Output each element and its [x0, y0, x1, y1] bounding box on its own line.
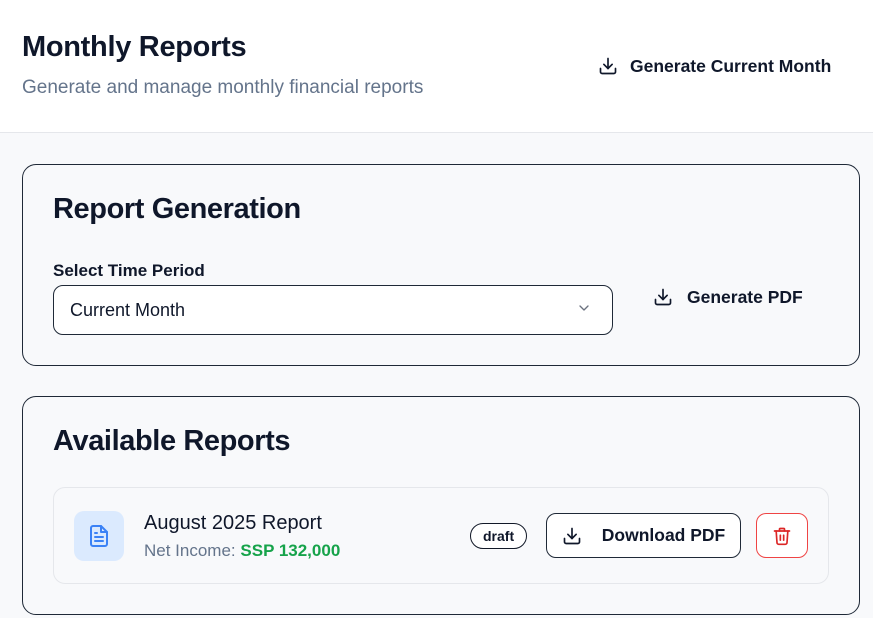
download-pdf-button[interactable]: Download PDF [546, 513, 741, 558]
generate-current-month-label: Generate Current Month [630, 55, 832, 76]
delete-report-button[interactable] [756, 513, 808, 558]
page-header: Monthly Reports Generate and manage mont… [0, 0, 873, 133]
page-title: Monthly Reports [22, 31, 247, 63]
download-icon [562, 526, 582, 546]
download-pdf-label: Download PDF [601, 525, 726, 545]
time-period-selected-value: Current Month [70, 299, 186, 320]
available-reports-title: Available Reports [53, 425, 291, 457]
net-income-value: SSP 132,000 [240, 541, 341, 560]
time-period-label: Select Time Period [53, 261, 205, 280]
report-generation-title: Report Generation [53, 193, 301, 225]
page-subtitle: Generate and manage monthly financial re… [22, 77, 424, 98]
net-income-label: Net Income: [144, 541, 236, 560]
report-title: August 2025 Report [144, 512, 322, 534]
status-badge: draft [470, 523, 528, 549]
trash-icon [772, 526, 792, 546]
time-period-select[interactable]: Current Month [53, 285, 613, 335]
report-list-item: August 2025 Report Net Income: SSP 132,0… [53, 487, 829, 584]
generate-current-month-button[interactable]: Generate Current Month [588, 46, 841, 86]
generate-pdf-button[interactable]: Generate PDF [643, 277, 813, 317]
chevron-down-icon [576, 300, 596, 320]
report-net-income: Net Income: SSP 132,000 [144, 541, 340, 561]
report-generation-card: Report Generation Select Time Period Cur… [22, 164, 860, 366]
download-icon [653, 287, 673, 307]
file-text-icon [74, 511, 124, 561]
generate-pdf-label: Generate PDF [687, 286, 803, 307]
available-reports-card: Available Reports August 2025 Report Net… [22, 396, 860, 615]
download-icon [598, 56, 618, 76]
